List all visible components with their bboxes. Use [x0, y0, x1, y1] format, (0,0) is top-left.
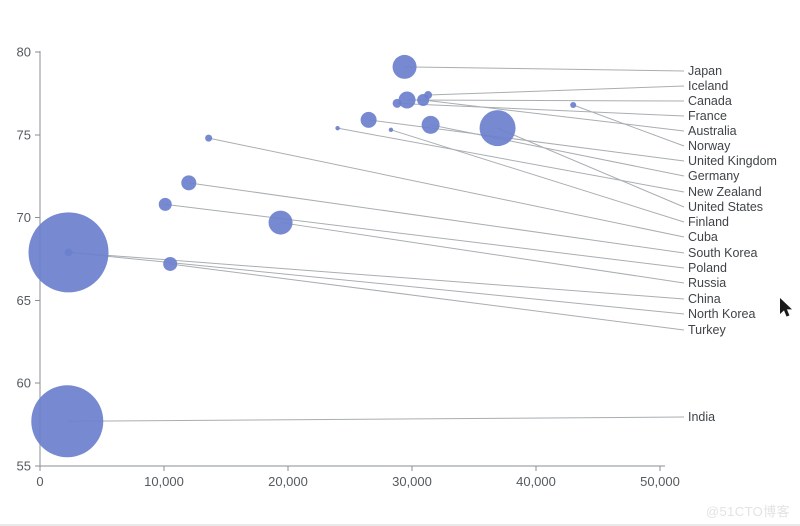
leader-line — [68, 251, 685, 300]
country-label-north-korea: North Korea — [688, 307, 755, 321]
y-tick-label: 75 — [17, 127, 31, 142]
y-tick-label: 55 — [17, 459, 31, 474]
bubble-point[interactable] — [392, 98, 402, 108]
country-label-japan: Japan — [688, 64, 722, 78]
leader-line — [573, 104, 685, 147]
country-label-poland: Poland — [688, 261, 727, 275]
country-label-norway: Norway — [688, 139, 731, 153]
watermark: @51CTO博客 — [705, 504, 790, 519]
country-label-turkey: Turkey — [688, 323, 726, 337]
bubble-point[interactable] — [388, 127, 394, 133]
country-label-australia: Australia — [688, 124, 737, 138]
leader-line — [170, 263, 685, 331]
x-tick-label: 20,000 — [268, 474, 308, 489]
axes-group — [35, 51, 665, 471]
y-tick-label: 65 — [17, 293, 31, 308]
leader-line — [404, 66, 685, 72]
leader-line — [407, 99, 685, 102]
country-label-canada: Canada — [688, 94, 732, 108]
bubble-point[interactable] — [205, 134, 213, 142]
x-tick-label: 30,000 — [392, 474, 432, 489]
x-tick-label: 40,000 — [516, 474, 556, 489]
bubble-point[interactable] — [570, 101, 577, 108]
leader-line — [280, 222, 685, 284]
leader-line — [188, 182, 685, 254]
country-label-finland: Finland — [688, 215, 729, 229]
leader-line — [165, 203, 685, 269]
x-tick-label: 10,000 — [144, 474, 184, 489]
bubble-point[interactable] — [158, 197, 172, 211]
country-labels-group: JapanIcelandCanadaFranceAustraliaNorwayU… — [688, 64, 777, 424]
bubble-point[interactable] — [31, 385, 104, 458]
bubble-point[interactable] — [398, 91, 416, 109]
y-tick-label: 60 — [17, 376, 31, 391]
chart-canvas: Japan Iceland Canada France Australia Norway U… — [0, 0, 800, 526]
country-label-france: France — [688, 109, 727, 123]
country-label-south-korea: South Korea — [688, 246, 758, 260]
country-label-germany: Germany — [688, 169, 740, 183]
bubble-point[interactable] — [163, 256, 178, 271]
leader-line — [390, 129, 685, 223]
leader-line — [497, 127, 685, 208]
y-tick-label: 70 — [17, 210, 31, 225]
bubble-point[interactable] — [181, 175, 197, 191]
bubble-chart[interactable]: JapanIcelandCanadaFranceAustraliaNorwayU… — [0, 0, 800, 526]
country-label-india: India — [688, 410, 715, 424]
bubble-point[interactable] — [64, 248, 73, 257]
country-label-iceland: Iceland — [688, 79, 728, 93]
leader-line — [423, 99, 685, 132]
country-label-russia: Russia — [688, 276, 726, 290]
bubble-point[interactable] — [360, 111, 377, 128]
x-tick-label: 50,000 — [640, 474, 680, 489]
leader-line — [68, 251, 685, 315]
bubble-point[interactable] — [479, 110, 516, 147]
bubble-point[interactable] — [417, 94, 430, 107]
leader-line — [67, 416, 685, 422]
bubble-point[interactable] — [421, 115, 440, 134]
bubble-point[interactable] — [392, 54, 417, 79]
country-label-new-zealand: New Zealand — [688, 185, 762, 199]
country-label-united-states: United States — [688, 200, 763, 214]
bubble-point[interactable] — [268, 210, 293, 235]
country-label-cuba: Cuba — [688, 230, 718, 244]
country-label-united-kingdom: United Kingdom — [688, 154, 777, 168]
y-tick-label: 80 — [17, 45, 31, 60]
leader-line — [428, 85, 685, 96]
country-label-china: China — [688, 292, 721, 306]
x-tick-label: 0 — [36, 474, 43, 489]
bubble-point[interactable] — [335, 125, 340, 131]
